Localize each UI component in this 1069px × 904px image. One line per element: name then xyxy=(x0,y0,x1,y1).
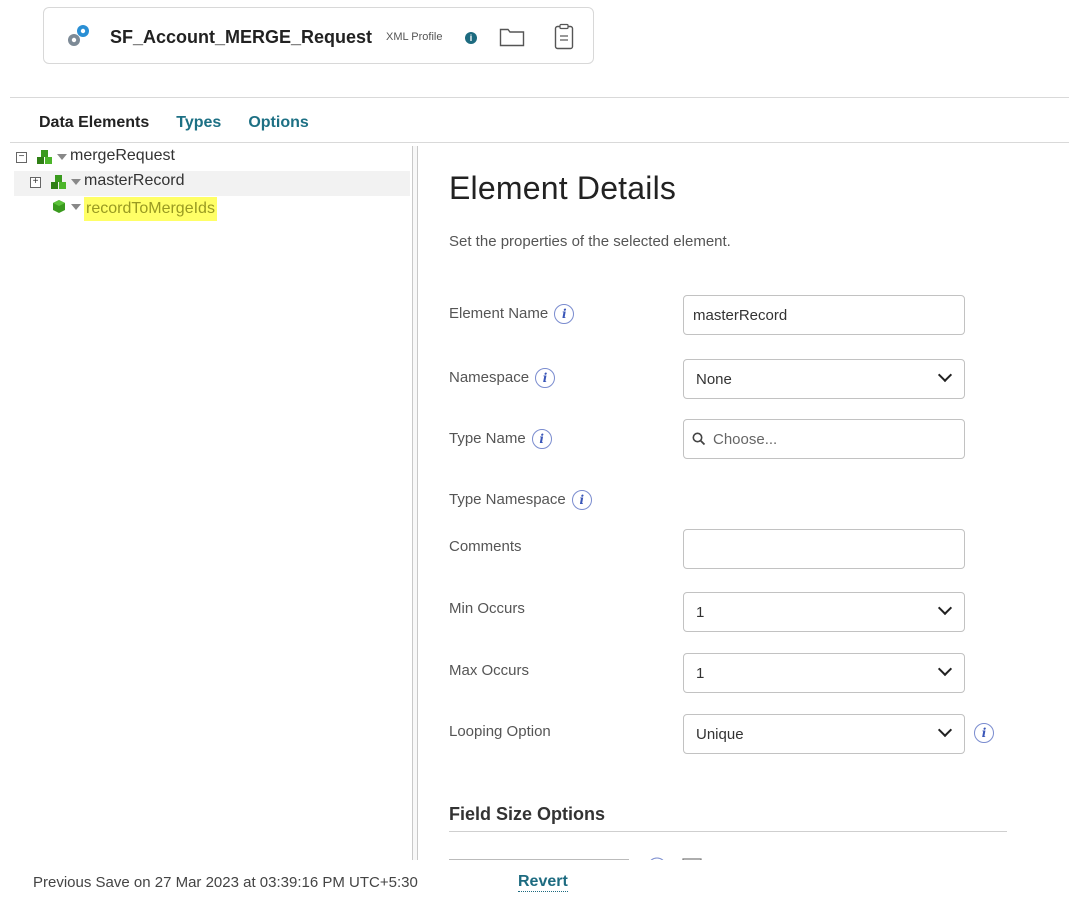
info-icon[interactable]: i xyxy=(531,429,552,449)
info-icon[interactable]: i xyxy=(554,304,575,324)
info-icon[interactable]: i xyxy=(571,490,592,510)
max-occurs-value: 1 xyxy=(696,665,705,682)
details-description: Set the properties of the selected eleme… xyxy=(449,233,731,250)
tree-node-masterrecord[interactable]: + masterRecord xyxy=(14,171,410,196)
namespace-label-text: Namespace xyxy=(449,368,530,386)
tab-divider xyxy=(10,142,1069,143)
info-icon[interactable]: i xyxy=(974,723,994,743)
tab-bar: Data Elements Types Options xyxy=(39,114,336,132)
min-occurs-select[interactable]: 1 xyxy=(683,592,965,632)
caret-down-icon[interactable] xyxy=(71,204,81,210)
namespace-select[interactable]: None xyxy=(683,359,965,399)
search-icon xyxy=(692,432,706,446)
tab-data-elements[interactable]: Data Elements xyxy=(39,114,149,132)
namespace-value: None xyxy=(696,371,732,388)
min-occurs-label: Min Occurs xyxy=(449,600,525,617)
chevron-down-icon xyxy=(937,661,953,677)
max-occurs-select[interactable]: 1 xyxy=(683,653,965,693)
element-group-icon xyxy=(37,150,52,164)
looping-option-value: Unique xyxy=(696,726,744,743)
type-name-placeholder: Choose... xyxy=(713,431,778,448)
chevron-down-icon xyxy=(937,722,953,738)
tree-node-label: masterRecord xyxy=(84,172,185,189)
clipped-content xyxy=(449,857,702,860)
component-type-label: XML Profile xyxy=(386,31,443,43)
tree-node-label: recordToMergeIds xyxy=(84,197,217,221)
min-occurs-value: 1 xyxy=(696,604,705,621)
element-tree: − mergeRequest + masterRecord recordToMe… xyxy=(14,146,410,221)
type-name-label: Type Name i xyxy=(449,429,552,449)
revert-link[interactable]: Revert xyxy=(518,873,568,892)
comments-label: Comments xyxy=(449,538,522,555)
header-divider xyxy=(10,97,1069,98)
element-name-label: Element Name i xyxy=(449,304,575,324)
type-name-label-text: Type Name xyxy=(449,429,526,447)
pane-splitter[interactable] xyxy=(412,146,418,860)
looping-option-label: Looping Option xyxy=(449,723,551,740)
component-header-card: SF_Account_MERGE_Request XML Profile i xyxy=(43,7,594,64)
element-details-panel: Element Details Set the properties of th… xyxy=(449,170,731,250)
clipboard-icon[interactable] xyxy=(554,23,574,51)
element-icon xyxy=(53,200,65,213)
comments-field[interactable] xyxy=(683,529,965,569)
max-occurs-label: Max Occurs xyxy=(449,662,530,679)
element-name-field[interactable]: masterRecord xyxy=(683,295,965,335)
gears-icon xyxy=(68,25,89,46)
partially-visible-row xyxy=(449,852,709,860)
previous-save-text: Previous Save on 27 Mar 2023 at 03:39:16… xyxy=(33,874,418,891)
folder-icon[interactable] xyxy=(499,27,525,47)
field-size-options-heading: Field Size Options xyxy=(449,804,606,824)
tab-types[interactable]: Types xyxy=(176,114,221,132)
info-icon[interactable]: i xyxy=(535,368,556,388)
component-title: SF_Account_MERGE_Request xyxy=(110,27,373,47)
collapse-icon[interactable]: − xyxy=(16,152,27,163)
expand-icon[interactable]: + xyxy=(30,177,41,188)
caret-down-icon[interactable] xyxy=(71,179,81,185)
tree-node-label: mergeRequest xyxy=(70,147,175,164)
looping-option-select[interactable]: Unique xyxy=(683,714,965,754)
namespace-label: Namespace i xyxy=(449,368,556,388)
tree-node-mergerequest[interactable]: − mergeRequest xyxy=(14,146,410,171)
type-name-search-input[interactable]: Choose... xyxy=(683,419,965,459)
type-namespace-label: Type Namespace i xyxy=(449,490,592,510)
chevron-down-icon xyxy=(937,600,953,616)
type-namespace-label-text: Type Namespace xyxy=(449,490,566,508)
caret-down-icon[interactable] xyxy=(57,154,67,160)
element-name-label-text: Element Name xyxy=(449,304,549,322)
info-icon[interactable]: i xyxy=(465,32,477,44)
details-title: Element Details xyxy=(449,170,677,206)
element-group-icon xyxy=(51,175,66,189)
chevron-down-icon xyxy=(937,367,953,383)
tab-options[interactable]: Options xyxy=(248,114,308,132)
section-divider xyxy=(449,831,1007,832)
tree-node-recordtomergeids[interactable]: recordToMergeIds xyxy=(14,196,410,221)
